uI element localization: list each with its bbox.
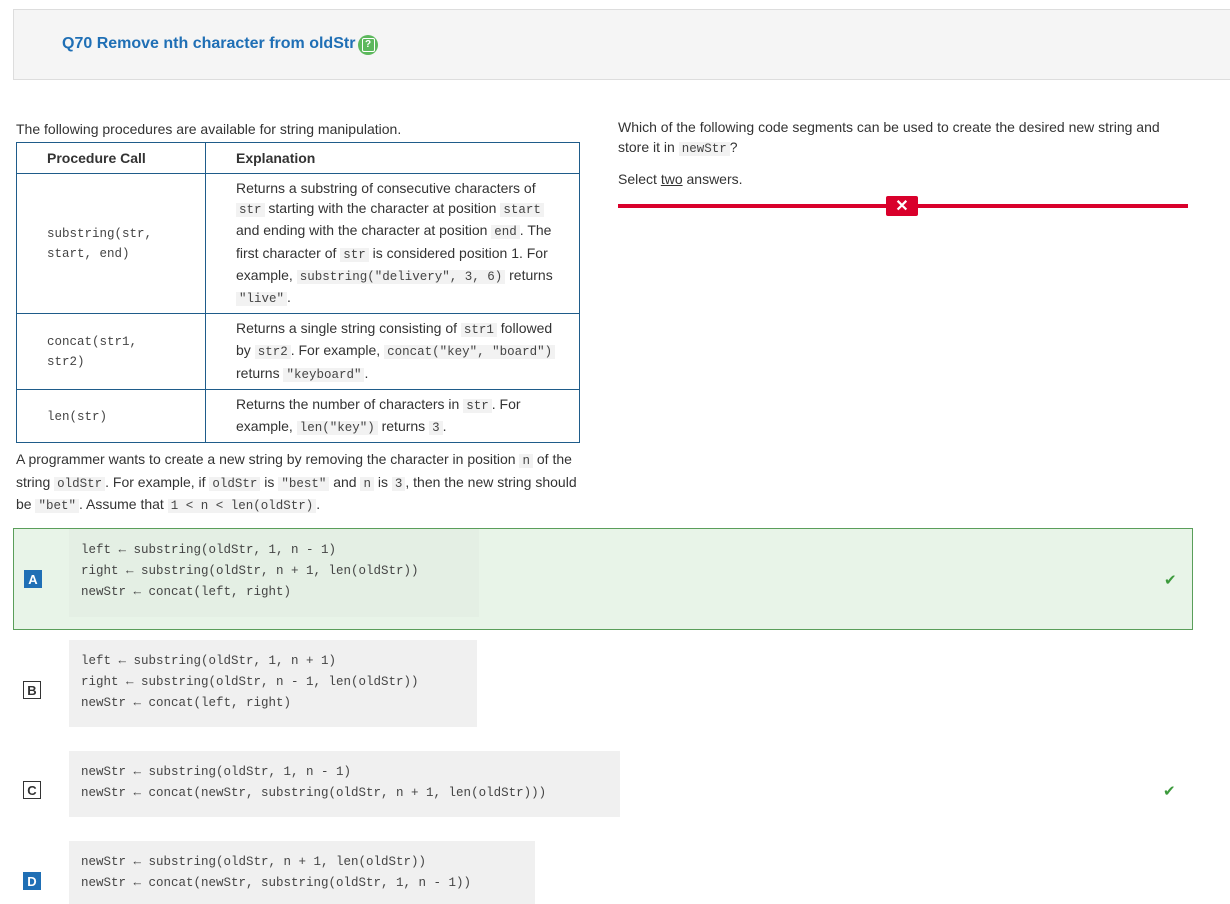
option-c[interactable]: C newStr ← substring(oldStr, 1, n - 1) n… [13, 751, 1193, 817]
option-a[interactable]: A left ← substring(oldStr, 1, n - 1) rig… [13, 528, 1193, 630]
inline-code: str2 [254, 345, 291, 360]
option-b[interactable]: B left ← substring(oldStr, 1, n + 1) rig… [13, 640, 1193, 727]
question-header: Q70 Remove nth character from oldStr ? [13, 9, 1230, 80]
option-letter[interactable]: A [24, 570, 42, 588]
procedure-call: concat(str1, str2) [47, 334, 138, 369]
inline-code: start [500, 203, 544, 218]
inline-code: n [519, 454, 533, 468]
inline-code: "best" [278, 476, 330, 491]
select-instruction: Select two answers. [618, 171, 743, 187]
check-icon: ✔ [1163, 783, 1176, 800]
procedure-call: substring(str, start, end) [47, 226, 153, 261]
problem-description: A programmer wants to create a new strin… [16, 451, 577, 513]
inline-code: concat("key", "board") [384, 345, 556, 360]
option-letter[interactable]: D [23, 872, 41, 890]
inline-code: "live" [236, 292, 288, 307]
procedure-explanation: Returns a substring of consecutive chara… [205, 172, 580, 315]
header-procedure-call: Procedure Call [16, 142, 206, 174]
intro-text: The following procedures are available f… [16, 121, 402, 137]
inline-code: str [463, 398, 492, 413]
inline-code: end [491, 225, 520, 240]
help-icon[interactable]: ? [358, 35, 378, 55]
inline-code: substring("delivery", 3, 6) [296, 269, 506, 284]
close-icon: ✕ [886, 196, 918, 216]
option-code: left ← substring(oldStr, 1, n + 1) right… [69, 640, 477, 727]
check-icon: ✔ [1164, 572, 1177, 589]
procedure-explanation: Returns the number of characters in str.… [205, 388, 580, 444]
question-title: Q70 Remove nth character from oldStr [62, 35, 356, 52]
option-d[interactable]: D newStr ← substring(oldStr, n + 1, len(… [13, 841, 1193, 904]
question-prompt: Which of the following code segments can… [618, 119, 1160, 156]
inline-code: newStr [678, 142, 730, 156]
inline-code: str [236, 203, 265, 218]
inline-code: str [340, 247, 369, 262]
header-explanation: Explanation [205, 142, 580, 174]
inline-code: "keyboard" [283, 367, 365, 382]
option-code: left ← substring(oldStr, 1, n - 1) right… [69, 529, 479, 617]
inline-code: 1 < n < len(oldStr) [167, 499, 317, 513]
procedure-explanation: Returns a single string consisting of st… [205, 313, 580, 390]
inline-code: 3 [391, 476, 406, 491]
option-letter[interactable]: B [23, 681, 41, 699]
procedure-call: len(str) [47, 410, 108, 425]
inline-code: oldStr [54, 476, 106, 491]
inline-code: n [360, 476, 374, 491]
inline-code: 3 [429, 421, 443, 436]
procedure-table: Procedure Call Explanation substring(str… [16, 142, 580, 444]
inline-code: oldStr [209, 476, 261, 491]
option-letter[interactable]: C [23, 781, 41, 799]
inline-code: "bet" [35, 499, 79, 513]
option-code: newStr ← substring(oldStr, 1, n - 1) new… [69, 751, 620, 817]
option-code: newStr ← substring(oldStr, n + 1, len(ol… [69, 841, 535, 904]
inline-code: len("key") [296, 421, 378, 436]
inline-code: str1 [460, 323, 497, 338]
